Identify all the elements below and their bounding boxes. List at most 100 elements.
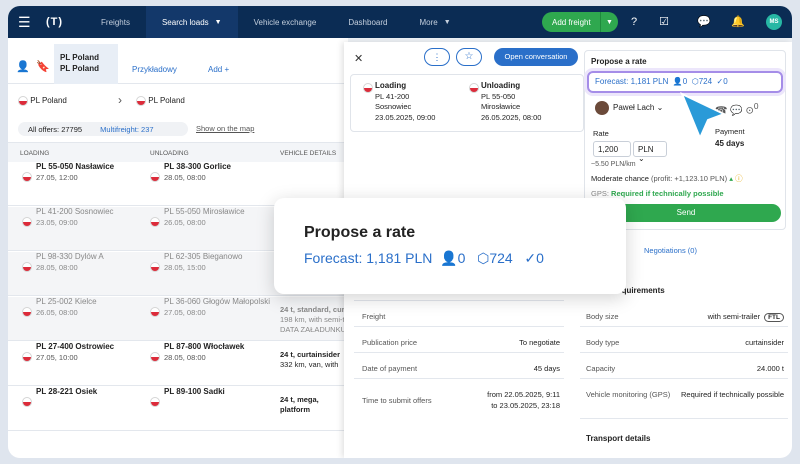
chat-icon[interactable]: 💬 <box>696 14 712 30</box>
nav-freights[interactable]: Freights <box>85 6 146 38</box>
tab-negotiations[interactable]: Negotiations (0) <box>644 246 697 255</box>
more-options-button[interactable]: ⋮ <box>424 48 450 66</box>
tab-add[interactable]: Add + <box>208 65 229 74</box>
loading-city: PL 55-050 Nasławice <box>36 162 115 171</box>
req-value: with semi-trailer FTL <box>644 312 784 322</box>
column-header: UNLOADING <box>150 150 189 157</box>
forecast-text: Forecast: 1,181 PLN <box>595 77 669 86</box>
nav-more[interactable]: More ▼ <box>403 6 466 38</box>
loading-date: 23.05, 09:00 <box>36 218 78 227</box>
bookmark-icon[interactable]: 🔖 <box>36 60 50 73</box>
logo: (T) <box>46 16 64 28</box>
unloading-city: PL 62-305 Bieganowo <box>164 252 243 261</box>
callout-box-count: 724 <box>489 250 513 266</box>
propose-title: Propose a rate <box>591 57 647 66</box>
menu-icon[interactable]: ☰ <box>18 14 42 31</box>
unloading-date: 27.05, 08:00 <box>164 308 206 317</box>
req-value-text: with semi-trailer <box>707 312 761 321</box>
divider <box>354 326 564 327</box>
avatar <box>595 101 609 115</box>
req-label: Body size <box>586 312 619 321</box>
open-conversation-button[interactable]: Open conversation <box>494 48 578 66</box>
unloading-city: PL 38-300 Gorlice <box>164 162 231 171</box>
divider <box>354 300 564 301</box>
tab-current-search[interactable]: PL Poland PL Poland <box>54 44 118 84</box>
req-label: Capacity <box>586 364 616 373</box>
table-row[interactable]: PL 27-400 Ostrowiec 27.05, 10:00 PL 87-800… <box>8 342 348 386</box>
divider <box>354 378 564 379</box>
add-freight-button[interactable]: Add freight ▼ <box>542 12 618 32</box>
add-freight-label: Add freight <box>552 17 591 27</box>
person-count: 0 <box>682 77 688 86</box>
nav-dashboard[interactable]: Dashboard <box>332 6 403 38</box>
chevron-down-icon: ▼ <box>214 18 222 26</box>
search-tabs: 👤 🔖 PL Poland PL Poland Przykładowy Add … <box>8 38 348 84</box>
star-button[interactable]: ☆ <box>456 48 482 66</box>
table-row[interactable]: PL 25-002 Kielce 26.05, 08:00 PL 36-060 Gł… <box>8 297 348 341</box>
divider <box>580 378 788 379</box>
rate-label: Rate <box>593 129 609 138</box>
tab-example[interactable]: Przykładowy <box>132 65 177 74</box>
user-icon[interactable]: 👤 <box>16 60 30 73</box>
poland-flag-icon <box>469 83 479 93</box>
unloading-filter-label: PL Poland <box>148 96 185 106</box>
info-icon[interactable]: ⓘ <box>735 174 743 183</box>
help-icon[interactable]: ? <box>626 14 642 30</box>
table-row[interactable]: PL 28-221 Osiek PL 89-100 Sadki 24 t, mega… <box>8 387 348 431</box>
top-navigation: ☰ (T) Freights Search loads ▼ Vehicle exc… <box>8 6 792 38</box>
nav-search-loads[interactable]: Search loads ▼ <box>145 6 238 38</box>
avatar[interactable]: MS <box>766 14 782 30</box>
unloading-date: 28.05, 15:00 <box>164 263 206 272</box>
all-offers[interactable]: All offers: 27795 <box>28 125 82 134</box>
rate-per-km: ~5.50 PLN/km <box>591 161 636 168</box>
loading-filter[interactable]: PL Poland <box>18 96 67 106</box>
detail-value: To negotiate <box>519 338 560 347</box>
loading-label: Loading <box>375 81 407 90</box>
notification-icon[interactable]: ⊙ <box>745 105 753 116</box>
loading-city: PL 25-002 Kielce <box>36 297 97 306</box>
nav-search-loads-label: Search loads <box>161 17 209 27</box>
detail-label: Freight <box>362 312 386 321</box>
add-freight-dropdown[interactable]: ▼ <box>600 12 618 32</box>
bell-icon[interactable]: 🔔 <box>730 14 746 30</box>
unloading-filter[interactable]: PL Poland <box>136 96 185 106</box>
unloading-city: PL 55-050 Mirosławice <box>164 207 245 216</box>
divider <box>580 418 788 419</box>
chevron-down-icon: ⌄ <box>656 103 664 113</box>
detail-label: Time to submit offers <box>362 396 432 405</box>
nav-more-label: More <box>419 17 438 27</box>
tab-line-1: PL Poland <box>60 53 99 62</box>
rate-input[interactable]: 1,200 <box>593 141 631 157</box>
loading-city: PL 27-400 Ostrowiec <box>36 342 115 351</box>
chevron-right-icon: › <box>118 93 122 107</box>
loading-code: PL 41-200 <box>375 91 410 101</box>
poland-flag-icon <box>22 397 32 407</box>
detail-label: Date of payment <box>362 364 418 373</box>
gps-text: Required if technically possible <box>611 189 724 198</box>
column-header: LOADING <box>20 150 50 157</box>
person-icon: 👤 <box>440 250 458 266</box>
poland-flag-icon <box>136 96 146 106</box>
nav-vehicle-exchange[interactable]: Vehicle exchange <box>238 6 333 38</box>
check-count: 0 <box>723 77 728 86</box>
poland-flag-icon <box>22 352 32 362</box>
transport-details-heading: Transport details <box>586 434 651 443</box>
app-window: ☰ (T) Freights Search loads ▼ Vehicle exc… <box>8 6 792 458</box>
detail-label: Publication price <box>362 338 418 347</box>
close-icon[interactable]: ✕ <box>354 52 363 65</box>
multifreight[interactable]: Multifreight: 237 <box>100 125 153 134</box>
gps-prefix: GPS: <box>591 189 609 198</box>
loading-date: 28.05, 08:00 <box>36 263 78 272</box>
route-summary: Loading PL 41-200 Sosnowiec 23.05.2025, … <box>350 74 584 132</box>
vehicle-line-3: DATA ZAŁADUNKU <box>280 325 346 334</box>
loading-filter-label: PL Poland <box>30 96 67 106</box>
poland-flag-icon <box>22 262 32 272</box>
offers-toggle[interactable]: All offers: 27795 Multifreight: 237 <box>18 122 188 136</box>
req-label: Body type <box>586 338 620 347</box>
tasks-icon[interactable]: ☑ <box>656 14 672 30</box>
unloading-label: Unloading <box>481 81 521 90</box>
currency-select[interactable]: PLN ⌄ <box>633 141 667 163</box>
contact-person[interactable]: Paweł Lach ⌄ <box>595 101 663 115</box>
show-on-map-link[interactable]: Show on the map <box>196 124 254 133</box>
loading-date: 27.05, 10:00 <box>36 353 78 362</box>
